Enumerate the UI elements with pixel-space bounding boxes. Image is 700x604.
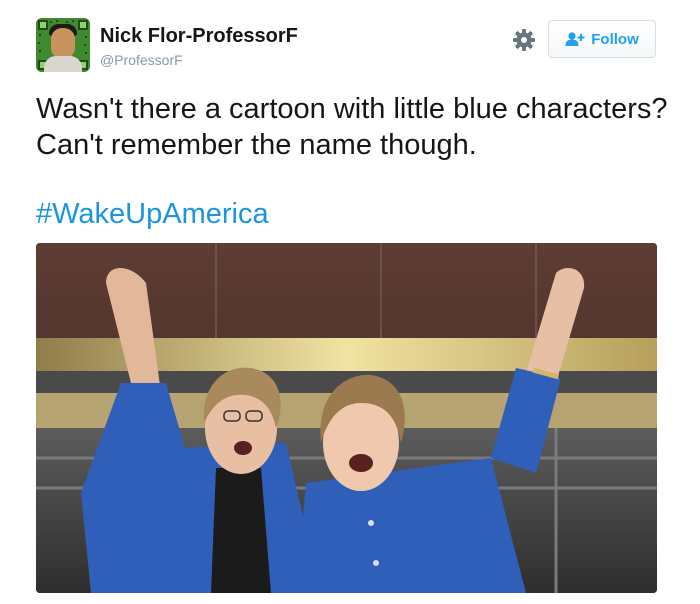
author-handle[interactable]: @ProfessorF — [100, 52, 183, 68]
follow-button[interactable]: Follow — [548, 20, 656, 58]
author-avatar[interactable] — [36, 18, 90, 72]
gear-icon[interactable] — [512, 28, 536, 52]
author-name[interactable]: Nick Flor-ProfessorF — [100, 25, 298, 48]
tweet-text: Wasn't there a cartoon with little blue … — [36, 93, 668, 161]
follow-button-label: Follow — [591, 30, 639, 48]
follow-person-plus-icon — [565, 32, 585, 46]
photo-illustration — [36, 243, 657, 593]
avatar-face — [51, 28, 75, 58]
tweet-photo[interactable] — [36, 243, 657, 593]
hashtag-link[interactable]: #WakeUpAmerica — [36, 196, 269, 232]
avatar-shirt — [44, 56, 82, 72]
